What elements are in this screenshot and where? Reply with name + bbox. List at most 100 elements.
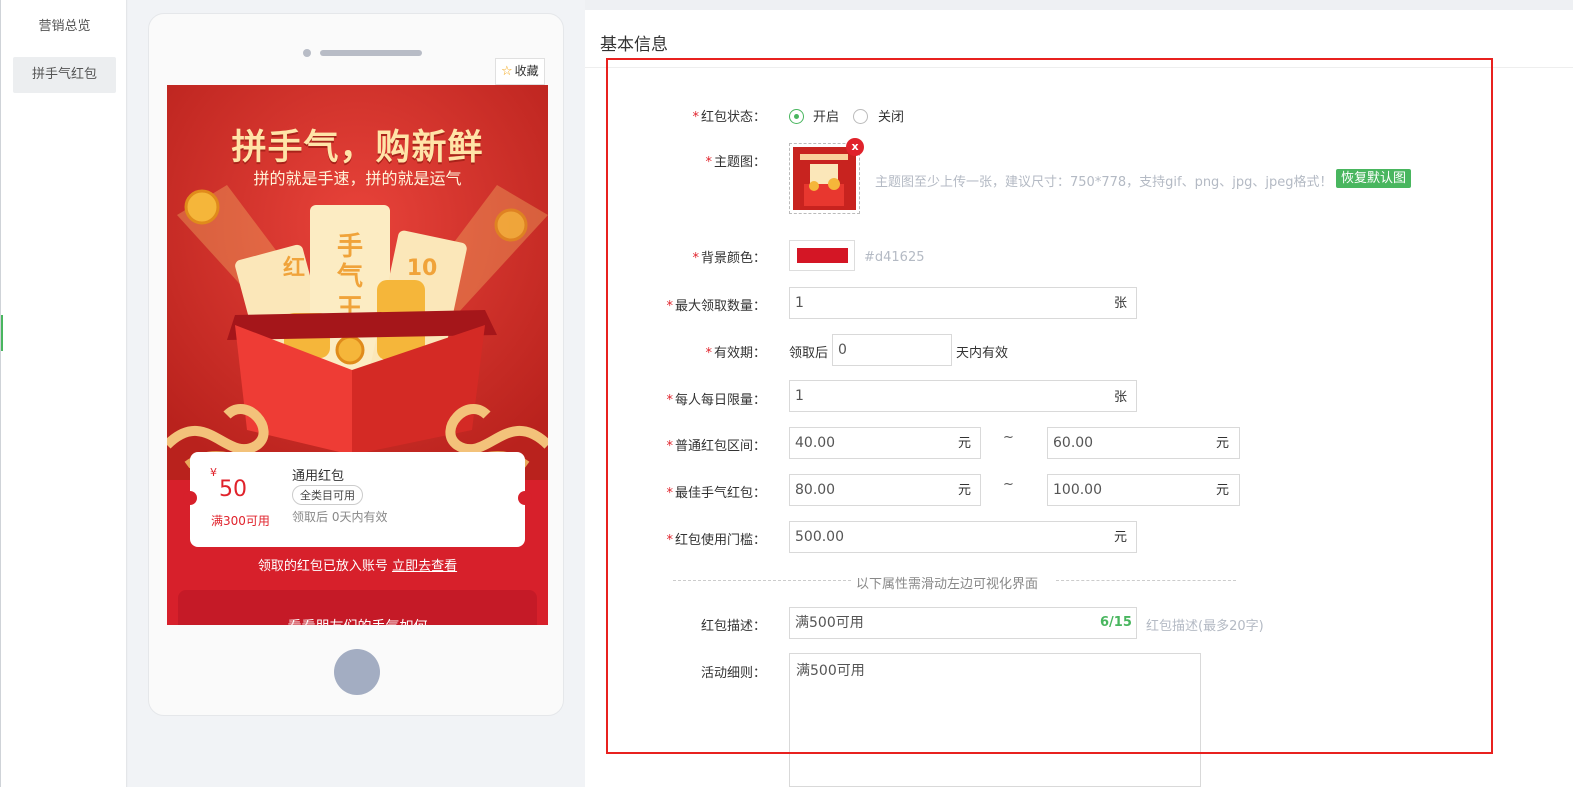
required-mark: * bbox=[666, 299, 673, 314]
status-radio-off[interactable] bbox=[853, 109, 868, 124]
coupon-amount: 50 bbox=[219, 477, 247, 502]
rules-label: 活动细则： bbox=[700, 666, 766, 681]
best-range-label-text: 最佳手气红包： bbox=[674, 486, 766, 501]
best-range-max-unit: 元 bbox=[1216, 483, 1230, 498]
phone-speaker bbox=[320, 50, 422, 56]
coupon-tag: 全类目可用 bbox=[292, 485, 363, 505]
required-mark: * bbox=[666, 533, 673, 548]
description-input[interactable]: 满500可用 bbox=[789, 607, 1137, 639]
description-counter: 6/15 bbox=[1100, 615, 1132, 630]
description-hint: 红包描述(最多20字) bbox=[1146, 619, 1264, 634]
phone-mockup: ☆ 收藏 手 气 王 红 10 拼手气，购新鲜 拼的就是手速，拼的就是运气 ¥ … bbox=[148, 13, 564, 716]
threshold-label-text: 红包使用门槛： bbox=[674, 533, 766, 548]
star-icon: ☆ bbox=[501, 64, 513, 79]
svg-text:红: 红 bbox=[283, 255, 305, 281]
description-label: 红包描述： bbox=[700, 619, 766, 634]
coupon-currency: ¥ bbox=[210, 466, 217, 479]
validity-label: * 有效期： bbox=[705, 342, 766, 361]
required-mark: * bbox=[666, 393, 673, 408]
daily-limit-label: * 每人每日限量： bbox=[666, 389, 766, 408]
required-mark: * bbox=[705, 155, 712, 170]
color-swatch bbox=[797, 248, 848, 263]
phone-camera bbox=[303, 49, 311, 57]
view-now-link[interactable]: 立即去查看 bbox=[392, 559, 457, 574]
coupon-card: ¥ 50 满300可用 通用红包 全类目可用 领取后 0天内有效 bbox=[183, 452, 532, 547]
phone-home-button[interactable] bbox=[334, 649, 380, 695]
threshold-label: * 红包使用门槛： bbox=[666, 529, 766, 548]
dashed-divider-left bbox=[673, 580, 851, 581]
claim-note-text: 领取的红包已放入账号 bbox=[257, 559, 388, 574]
remove-image-button[interactable]: x bbox=[846, 138, 864, 156]
color-picker[interactable] bbox=[789, 240, 855, 271]
phone-screen: 手 气 王 红 10 拼手气，购新鲜 拼的就是手速，拼的就是运气 ¥ 50 满3… bbox=[167, 85, 548, 625]
bg-color-value: #d41625 bbox=[864, 250, 925, 265]
required-mark: * bbox=[692, 110, 699, 125]
max-claim-unit: 张 bbox=[1114, 296, 1128, 311]
scroll-hint-divider: 以下属性需滑动左边可视化界面 bbox=[856, 577, 1039, 592]
best-range-max-input[interactable]: 100.00 bbox=[1047, 474, 1240, 506]
normal-range-max-input[interactable]: 60.00 bbox=[1047, 427, 1240, 459]
svg-text:手: 手 bbox=[337, 232, 363, 262]
normal-range-label-text: 普通红包区间： bbox=[674, 439, 766, 454]
normal-range-max-unit: 元 bbox=[1216, 436, 1230, 451]
required-mark: * bbox=[666, 439, 673, 454]
status-label-text: 红包状态： bbox=[700, 110, 766, 125]
rules-textarea[interactable]: 满500可用 bbox=[789, 653, 1201, 787]
daily-limit-input[interactable]: 1 bbox=[789, 380, 1137, 412]
sidebar: 营销总览 拼手气红包 bbox=[0, 0, 127, 787]
coupon-notch bbox=[183, 491, 197, 505]
max-claim-input[interactable]: 1 bbox=[789, 287, 1137, 319]
best-range-label: * 最佳手气红包： bbox=[666, 482, 766, 501]
theme-image-preview bbox=[793, 147, 856, 210]
normal-range-min-input[interactable]: 40.00 bbox=[789, 427, 981, 459]
svg-text:10: 10 bbox=[407, 256, 438, 281]
best-range-min-unit: 元 bbox=[958, 483, 972, 498]
validity-label-text: 有效期： bbox=[713, 346, 766, 361]
status-on-label[interactable]: 开启 bbox=[813, 106, 839, 125]
validity-suffix: 天内有效 bbox=[956, 346, 1009, 361]
coupon-validity: 领取后 0天内有效 bbox=[292, 510, 388, 524]
friends-heading: 看看朋友们的手气如何 bbox=[178, 616, 537, 625]
required-mark: * bbox=[692, 251, 699, 266]
svg-text:气: 气 bbox=[336, 261, 363, 292]
validity-days-input[interactable]: 0 bbox=[832, 334, 952, 366]
threshold-input[interactable]: 500.00 bbox=[789, 521, 1137, 553]
best-range-min-input[interactable]: 80.00 bbox=[789, 474, 981, 506]
bg-color-label-text: 背景颜色： bbox=[700, 251, 766, 266]
best-range-separator: ~ bbox=[1003, 477, 1014, 492]
sidebar-item-marketing-overview[interactable]: 营销总览 bbox=[13, 9, 116, 45]
required-mark: * bbox=[705, 346, 712, 361]
max-claim-label-text: 最大领取数量： bbox=[674, 299, 766, 314]
threshold-unit: 元 bbox=[1114, 530, 1128, 545]
coupon-name: 通用红包 bbox=[292, 469, 345, 484]
normal-range-separator: ~ bbox=[1003, 430, 1014, 445]
favorite-button[interactable]: ☆ 收藏 bbox=[495, 58, 545, 85]
daily-limit-label-text: 每人每日限量： bbox=[674, 393, 766, 408]
restore-default-image-button[interactable]: 恢复默认图 bbox=[1336, 169, 1412, 188]
max-claim-label: * 最大领取数量： bbox=[666, 295, 766, 314]
theme-image-label: * 主题图： bbox=[705, 151, 766, 170]
section-divider bbox=[585, 67, 1573, 68]
daily-limit-unit: 张 bbox=[1114, 390, 1128, 405]
theme-image-label-text: 主题图： bbox=[713, 155, 766, 170]
required-mark: * bbox=[666, 486, 673, 501]
sidebar-item-lucky-red-packet[interactable]: 拼手气红包 bbox=[13, 57, 116, 93]
hero-title: 拼手气，购新鲜 bbox=[231, 128, 484, 168]
friends-section: 看看朋友们的手气如何 bbox=[178, 590, 537, 625]
normal-range-label: * 普通红包区间： bbox=[666, 435, 766, 454]
validity-prefix: 领取后 bbox=[789, 346, 829, 361]
sidebar-accent-bar bbox=[1, 315, 3, 351]
theme-image-hint: 主题图至少上传一张，建议尺寸：750*778，支持gif、png、jpg、jpe… bbox=[875, 175, 1333, 190]
mobile-preview-area: ☆ 收藏 手 气 王 红 10 拼手气，购新鲜 拼的就是手速，拼的就是运气 ¥ … bbox=[128, 0, 585, 787]
claim-note: 领取的红包已放入账号 立即去查看 bbox=[167, 555, 548, 574]
status-off-label[interactable]: 关闭 bbox=[878, 106, 904, 125]
status-radio-on[interactable] bbox=[789, 109, 804, 124]
normal-range-min-unit: 元 bbox=[958, 436, 972, 451]
favorite-label: 收藏 bbox=[514, 64, 539, 78]
section-title: 基本信息 bbox=[600, 35, 668, 55]
status-label: * 红包状态： bbox=[692, 106, 766, 125]
bg-color-label: * 背景颜色： bbox=[692, 247, 766, 266]
hero-subtitle: 拼的就是手速，拼的就是运气 bbox=[253, 169, 462, 188]
dashed-divider-right bbox=[1056, 580, 1236, 581]
coupon-condition: 满300可用 bbox=[211, 514, 270, 528]
